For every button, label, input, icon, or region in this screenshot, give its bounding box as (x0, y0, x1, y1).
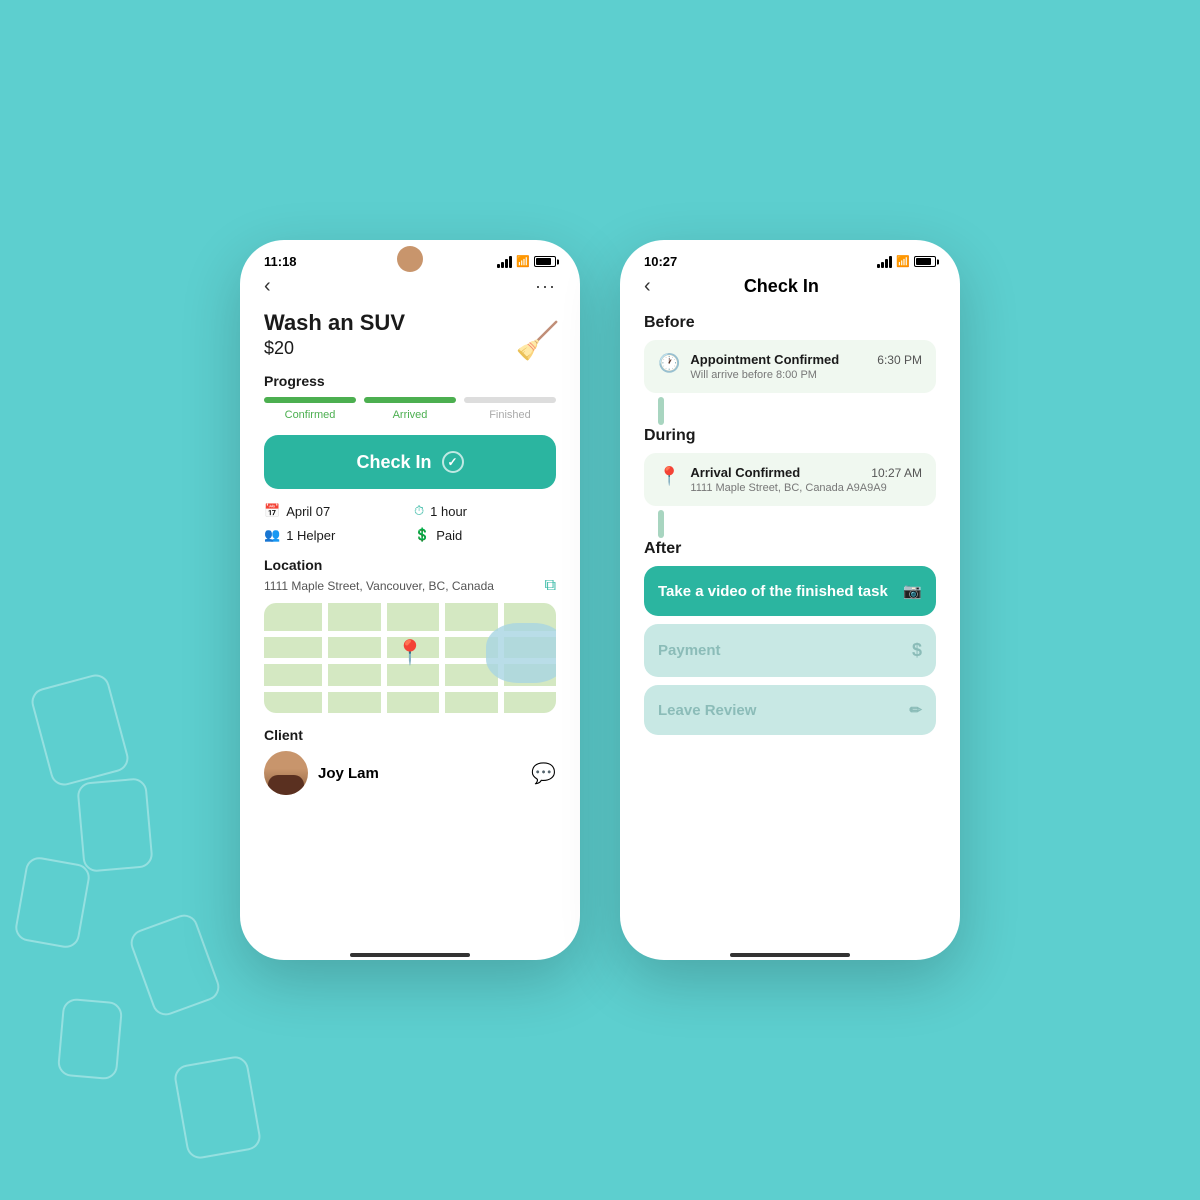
phone-right: 10:27 📶 ‹ Check In (620, 240, 960, 960)
video-button-label: Take a video of the finished task (658, 583, 888, 600)
pin-timeline-icon: 📍 (658, 466, 680, 487)
client-row: Joy Lam 💬 (264, 751, 556, 795)
before-event-card: 🕐 Appointment Confirmed 6:30 PM Will arr… (644, 340, 936, 393)
phone-left: 11:18 📶 ‹ ··· Wash an SU (240, 240, 580, 960)
before-section-header: Before (644, 314, 936, 332)
clock-timeline-icon: 🕐 (658, 353, 680, 374)
left-content: ‹ ··· Wash an SUV $20 🧹 Progress Confirm… (240, 275, 580, 945)
appointment-confirmed-title: Appointment Confirmed (690, 352, 839, 367)
task-title: Wash an SUV (264, 310, 556, 336)
status-bar-right: 10:27 📶 (620, 240, 960, 275)
status-icons-right: 📶 (877, 255, 936, 268)
appointment-time: 6:30 PM (877, 353, 922, 367)
arrival-time: 10:27 AM (871, 466, 922, 480)
label-arrived: Arrived (364, 409, 456, 421)
helpers-value: 1 Helper (286, 528, 335, 543)
connector-during-after (658, 510, 664, 538)
signal-icon (497, 256, 512, 268)
during-section-header: During (644, 427, 936, 445)
battery-icon (534, 256, 556, 267)
during-event-content: Arrival Confirmed 10:27 AM 1111 Maple St… (690, 465, 922, 494)
location-row: 1111 Maple Street, Vancouver, BC, Canada… (264, 577, 556, 595)
location-address: 1111 Maple Street, Vancouver, BC, Canada (264, 579, 494, 593)
chat-icon[interactable]: 💬 (531, 761, 556, 786)
checkin-title: Check In (744, 276, 819, 297)
client-avatar (264, 751, 308, 795)
map-container: 📍 (264, 603, 556, 713)
during-event-main-row: Arrival Confirmed 10:27 AM (690, 465, 922, 480)
progress-bar-finished (464, 397, 556, 403)
during-event-card: 📍 Arrival Confirmed 10:27 AM 1111 Maple … (644, 453, 936, 506)
back-button-right[interactable]: ‹ (644, 275, 651, 298)
appointment-subtitle: Will arrive before 8:00 PM (690, 369, 922, 381)
client-label: Client (264, 727, 556, 743)
time-left: 11:18 (264, 254, 297, 269)
progress-label: Progress (264, 373, 556, 389)
detail-date: 📅 April 07 (264, 503, 406, 519)
signal-icon-right (877, 256, 892, 268)
task-icon: 🧹 (515, 320, 560, 362)
location-label: Location (264, 557, 556, 573)
duration-value: 1 hour (430, 504, 467, 519)
video-button[interactable]: Take a video of the finished task 📷 (644, 566, 936, 616)
clock-icon: ⏱ (414, 503, 424, 519)
helpers-icon: 👥 (264, 527, 280, 543)
nav-row-left: ‹ ··· (264, 275, 556, 298)
arrival-confirmed-title: Arrival Confirmed (690, 465, 800, 480)
progress-labels: Confirmed Arrived Finished (264, 409, 556, 421)
task-price: $20 (264, 338, 556, 359)
home-indicator-right (730, 953, 850, 957)
progress-bar-arrived (364, 397, 456, 403)
wifi-icon-right: 📶 (896, 255, 910, 268)
detail-payment: 💲 Paid (414, 527, 556, 543)
nav-row-right: ‹ Check In (644, 275, 936, 298)
connector-before-during (658, 397, 664, 425)
camera-icon: 📷 (903, 582, 922, 600)
home-indicator-left (350, 953, 470, 957)
payment-button-label: Payment (658, 642, 721, 659)
before-event-main-row: Appointment Confirmed 6:30 PM (690, 352, 922, 367)
label-finished: Finished (464, 409, 556, 421)
map-pin: 📍 (395, 638, 425, 667)
payment-value: Paid (436, 528, 462, 543)
payment-dollar-icon: $ (912, 640, 922, 661)
client-name: Joy Lam (318, 765, 379, 782)
leave-review-button[interactable]: Leave Review ✏ (644, 685, 936, 735)
more-button-left[interactable]: ··· (535, 276, 556, 297)
after-section-header: After (644, 540, 936, 558)
battery-icon-right (914, 256, 936, 267)
detail-duration: ⏱ 1 hour (414, 503, 556, 519)
task-details: 📅 April 07 ⏱ 1 hour 👥 1 Helper 💲 Paid (264, 503, 556, 543)
review-edit-icon: ✏ (909, 701, 922, 719)
phones-container: 11:18 📶 ‹ ··· Wash an SU (240, 240, 960, 960)
checkin-button[interactable]: Check In ✓ (264, 435, 556, 489)
date-value: April 07 (286, 504, 330, 519)
dollar-icon: 💲 (414, 527, 430, 543)
checkin-label: Check In (356, 452, 431, 473)
arrival-subtitle: 1111 Maple Street, BC, Canada A9A9A9 (690, 482, 922, 494)
detail-helpers: 👥 1 Helper (264, 527, 406, 543)
client-info: Joy Lam (264, 751, 379, 795)
checkin-checkmark-icon: ✓ (442, 451, 464, 473)
leave-review-label: Leave Review (658, 702, 756, 719)
status-icons-left: 📶 (497, 255, 556, 268)
payment-button[interactable]: Payment $ (644, 624, 936, 677)
progress-bars (264, 397, 556, 403)
label-confirmed: Confirmed (264, 409, 356, 421)
before-event-content: Appointment Confirmed 6:30 PM Will arriv… (690, 352, 922, 381)
progress-bar-confirmed (264, 397, 356, 403)
calendar-icon: 📅 (264, 503, 280, 519)
wifi-icon: 📶 (516, 255, 530, 268)
copy-icon[interactable]: ⧉ (545, 577, 556, 595)
back-button-left[interactable]: ‹ (264, 275, 271, 298)
right-content: ‹ Check In Before 🕐 Appointment Confirme… (620, 275, 960, 945)
time-right: 10:27 (644, 254, 677, 269)
